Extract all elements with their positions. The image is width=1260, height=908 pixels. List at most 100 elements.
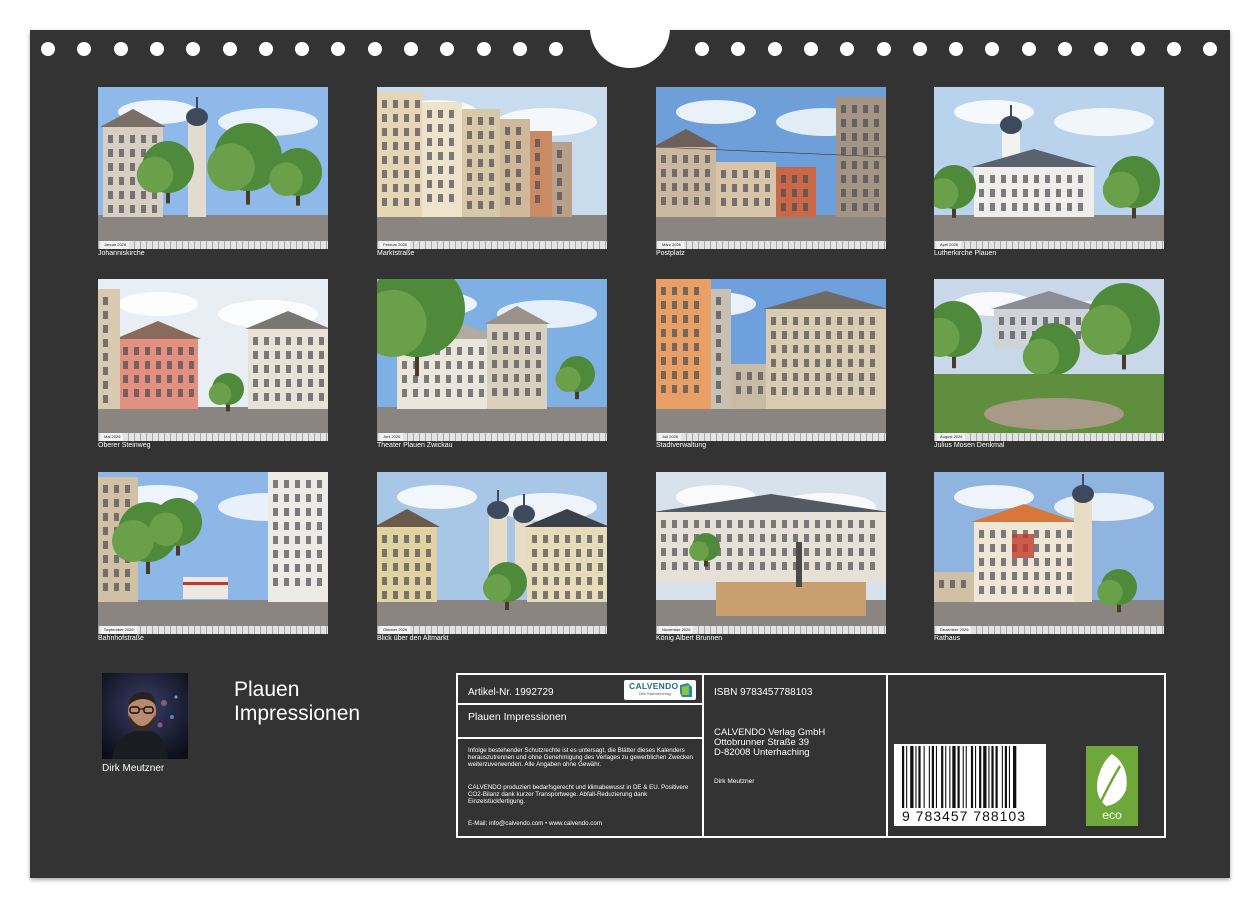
month-label: Juli 2026 (659, 433, 682, 441)
calendar-date-strip (98, 241, 328, 249)
month-caption: Theater Plauen Zwickau (377, 442, 453, 449)
month-label: Dezember 2026 (937, 626, 972, 634)
binding-hole (731, 42, 746, 56)
imprint-box: Artikel-Nr. 1992729 CALVENDO Dein Kalend… (456, 673, 1166, 838)
month-label: Januar 2026 (101, 241, 130, 249)
divider (458, 737, 702, 739)
month-photo: Februar 2026 (377, 87, 607, 249)
barcode-bar (965, 746, 967, 808)
binding-hole (113, 42, 128, 56)
barcode-bar (915, 746, 917, 808)
month-photo-image (934, 472, 1164, 634)
month-photo-image (377, 279, 607, 441)
month-caption: Stadtverwaltung (656, 442, 707, 449)
barcode-bar (918, 746, 921, 808)
imprint-title: Plauen Impressionen (468, 711, 567, 723)
legal-notice: Infolge bestehender Schutzrechte ist es … (468, 747, 693, 768)
month-photo: September 2026 (98, 472, 328, 634)
calendar-date-strip (934, 241, 1164, 249)
binding-hole (440, 42, 455, 56)
month-photo-image (656, 472, 886, 634)
binding-hole (876, 42, 891, 56)
barcode-bar (935, 746, 937, 808)
month-caption: König Albert Brunnen (656, 635, 723, 642)
calendar-date-strip (98, 433, 328, 441)
month-photo: Mai 2026 (98, 279, 328, 441)
month-photo: November 2026 (656, 472, 886, 634)
month-caption: Blick über den Altmarkt (377, 635, 449, 642)
barcode-bar (988, 746, 990, 808)
binding-hole (840, 42, 855, 56)
isbn: ISBN 9783457788103 (714, 687, 813, 698)
binding-hole (222, 42, 237, 56)
barcode-bar (906, 746, 908, 808)
calendar-date-strip (377, 241, 607, 249)
month-photo: Oktober 2026 (377, 472, 607, 634)
month-caption: Julius Mosen Denkmal (934, 442, 1005, 449)
month-photo: April 2026 (934, 87, 1164, 249)
binding-hole (77, 42, 92, 56)
calvendo-logo-text: CALVENDO (629, 681, 679, 691)
month-photo: August 2026 (934, 279, 1164, 441)
binding-hole (41, 42, 55, 56)
month-caption: Oberer Steinweg (98, 442, 151, 449)
publisher-city: D-82008 Unterhaching (714, 747, 810, 758)
month-caption: Postplatz (656, 250, 685, 257)
month-photo-image (656, 87, 886, 249)
month-photo: März 2026 (656, 87, 886, 249)
barcode-bar (923, 746, 925, 808)
barcode-bar (949, 746, 951, 808)
calendar-date-strip (377, 433, 607, 441)
binding-hole (1058, 42, 1072, 56)
binding-hole (985, 42, 1000, 56)
month-photo-image (377, 87, 607, 249)
month-label: September 2026 (101, 626, 137, 634)
month-photo: Januar 2026 (98, 87, 328, 249)
barcode-bar (945, 746, 947, 808)
month-photo-image (98, 87, 328, 249)
barcode-bar (1008, 746, 1010, 808)
binding-hole (1203, 42, 1218, 56)
month-label: Oktober 2026 (380, 626, 411, 634)
barcode-bar (979, 746, 982, 808)
month-photo-image (656, 279, 886, 441)
binding-hole (949, 42, 964, 56)
month-photo-image (98, 279, 328, 441)
author-name: Dirk Meutzner (102, 763, 165, 774)
barcode-bar (1001, 746, 1003, 808)
barcode-bar (1004, 746, 1007, 808)
month-photo-image (934, 279, 1164, 441)
barcode-bar (910, 746, 914, 808)
binding-hole (186, 42, 201, 56)
month-photo-image (377, 472, 607, 634)
barcode-bar (957, 746, 960, 808)
month-label: März 2026 (659, 241, 684, 249)
barcode-bar (995, 746, 998, 808)
eco-leaf-icon: eco (1086, 746, 1138, 826)
barcode-bar (931, 746, 934, 808)
binding-hole (404, 42, 418, 56)
divider (458, 703, 702, 705)
barcode-bars (902, 746, 1017, 808)
contact-line: E-Mail: info@calvendo.com • www.calvendo… (468, 820, 602, 827)
calvendo-logo-subtext: Dein Kalenderverlag (639, 692, 671, 696)
month-photo-image (98, 472, 328, 634)
binding-hole (258, 42, 273, 56)
month-label: November 2026 (659, 626, 694, 634)
binding-hole (476, 42, 491, 56)
month-caption: Rathaus (934, 635, 961, 642)
month-label: April 2026 (937, 241, 962, 249)
month-label: August 2026 (937, 433, 966, 441)
barcode: 9 783457 788103 (894, 744, 1046, 826)
binding-hole (1166, 42, 1181, 56)
calvendo-mark-icon (680, 683, 692, 697)
calendar-date-strip (934, 433, 1164, 441)
binding-hole (367, 42, 382, 56)
month-caption: Bahnhofstraße (98, 635, 144, 642)
month-photo: Juni 2026 (377, 279, 607, 441)
divider (886, 675, 888, 836)
binding-hole (1094, 42, 1109, 56)
binding-hole (149, 42, 164, 56)
binding-hole (512, 42, 527, 56)
calendar-date-strip (656, 433, 886, 441)
